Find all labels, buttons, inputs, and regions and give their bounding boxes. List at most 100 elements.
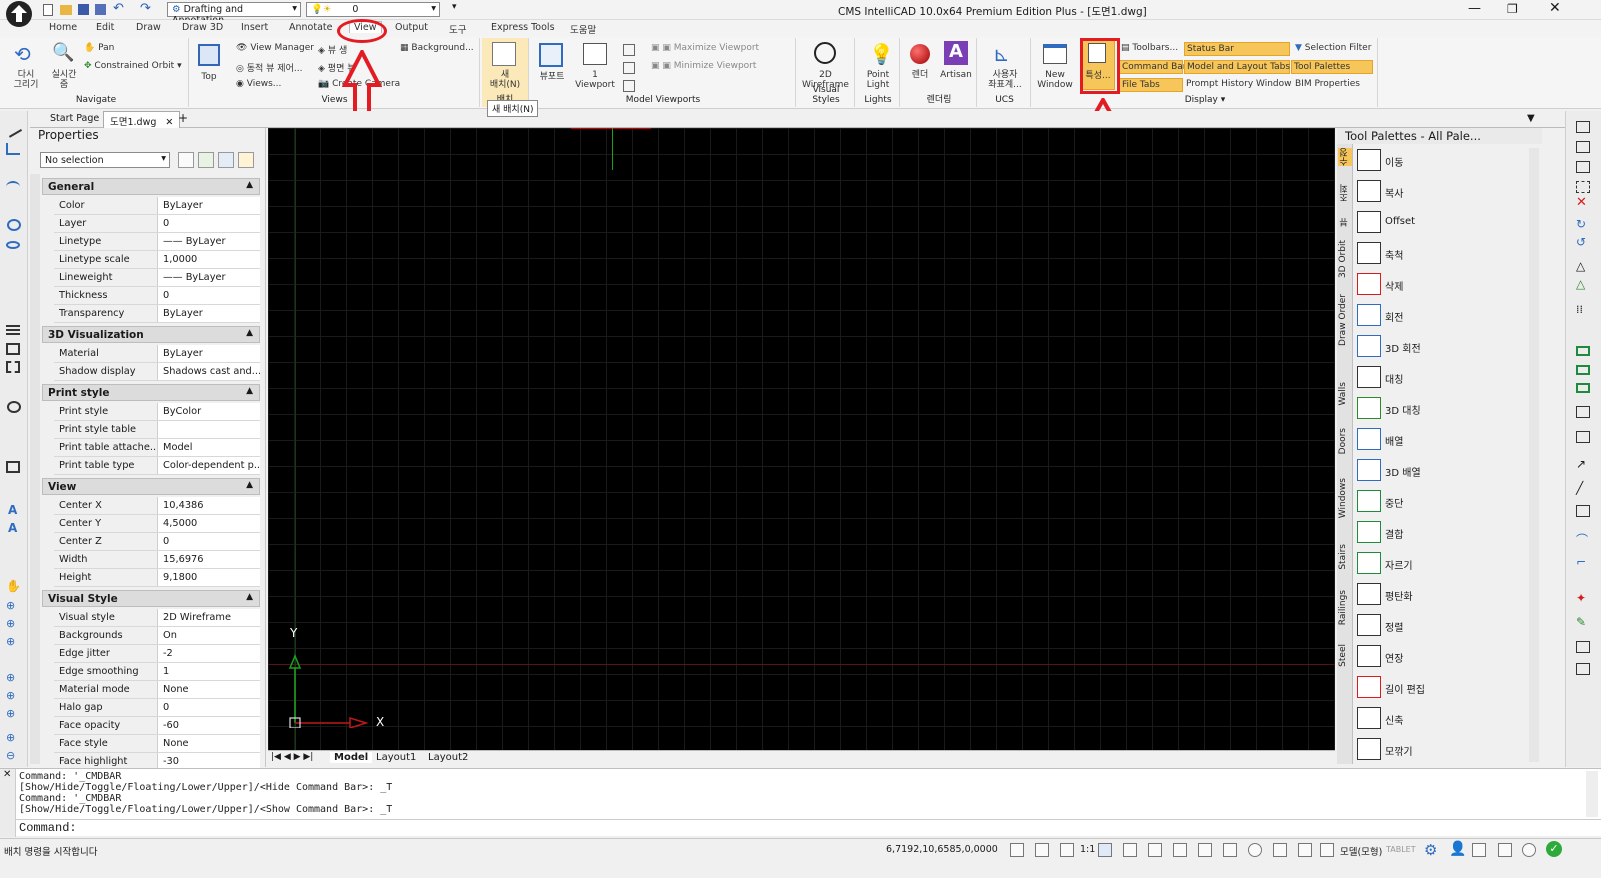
zoom-icon[interactable]: ⊕ [6, 671, 15, 684]
tool-item[interactable]: 이동 [1357, 147, 1527, 173]
point-light-button[interactable]: Point Light [857, 70, 899, 90]
offset-icon[interactable] [1576, 161, 1590, 173]
property-value[interactable]: ByLayer [160, 197, 260, 214]
minimize-viewport-button[interactable]: ▣ ▣ Minimize Viewport [651, 61, 756, 71]
rectangle-icon[interactable] [6, 343, 20, 355]
property-value[interactable]: None [160, 735, 260, 752]
property-value[interactable]: 2D Wireframe [160, 609, 260, 626]
filter-icon[interactable] [238, 152, 254, 168]
palette-tab[interactable]: 수정 [1338, 148, 1352, 166]
circle-icon[interactable] [7, 219, 21, 231]
palette-tab[interactable]: 뷰 [1338, 218, 1352, 227]
close-icon[interactable]: ✕ [165, 117, 173, 128]
selection-filter-button[interactable]: ▼ Selection Filter [1295, 43, 1371, 53]
align-icon[interactable] [1576, 431, 1590, 443]
property-row[interactable]: Linetype —— ByLayer [54, 233, 260, 251]
property-value[interactable]: -2 [160, 645, 260, 662]
fillet-icon[interactable]: ⌒ [1576, 531, 1588, 548]
tool-item[interactable]: 모깎기 [1357, 736, 1527, 762]
tool-item[interactable]: 신축 [1357, 705, 1527, 731]
property-value[interactable]: On [160, 627, 260, 644]
property-value[interactable]: 1,0000 [160, 251, 260, 268]
property-row[interactable]: Print table type Color-dependent p... [54, 457, 260, 475]
app-logo-icon[interactable] [6, 1, 32, 27]
new-icon[interactable] [43, 4, 53, 16]
tab-express-tools[interactable]: Express Tools [491, 22, 555, 33]
menu-icon[interactable] [1320, 843, 1334, 857]
break-icon[interactable] [1576, 346, 1590, 356]
ellipse-icon[interactable] [6, 241, 20, 249]
tool-item[interactable]: 3D 대칭 [1357, 395, 1527, 421]
redo-icon[interactable]: ↷ [140, 1, 151, 16]
zoom-out-icon[interactable]: ⊖ [6, 749, 15, 762]
property-value[interactable]: 9,1800 [160, 569, 260, 586]
line-icon[interactable] [3, 120, 23, 138]
dynamic-ucs-icon[interactable] [1223, 843, 1237, 857]
viewport-tool-icon[interactable] [539, 43, 563, 67]
property-value[interactable]: 10,4386 [160, 497, 260, 514]
user-ucs-button[interactable]: 사용자 좌표계... [979, 70, 1031, 90]
tab-start-page[interactable]: Start Page [50, 113, 99, 124]
redraw-button[interactable]: 다시 그리기 [8, 70, 44, 90]
palette-tab[interactable]: Windows [1338, 478, 1352, 518]
prompt-history-button[interactable]: Prompt History Window [1186, 79, 1292, 89]
tool-item[interactable]: 정렬 [1357, 612, 1527, 638]
fullscreen-icon[interactable] [1498, 843, 1512, 857]
property-row[interactable]: Print table attache... Model [54, 439, 260, 457]
property-row[interactable]: Height 9,1800 [54, 569, 260, 587]
tab-draw-3d[interactable]: Draw 3D [182, 22, 223, 33]
tab-model[interactable]: Model [330, 752, 373, 763]
maximize-button[interactable]: ❐ [1507, 2, 1518, 16]
tool-item[interactable]: 3D 회전 [1357, 333, 1527, 359]
workspace-select[interactable]: ⚙ Drafting and Annotation ▾ [167, 2, 301, 26]
tab-document[interactable]: 도면1.dwg ✕ [103, 111, 181, 128]
command-bar-handle[interactable]: ✕ [0, 769, 16, 837]
status-ok-icon[interactable]: ✓ [1546, 841, 1562, 857]
quick-properties-icon[interactable] [1273, 843, 1287, 857]
model-layout-tabs-button[interactable]: Model and Layout Tabs [1184, 60, 1290, 74]
property-row[interactable]: Edge smoothing 1 [54, 663, 260, 681]
stretch-icon[interactable] [1576, 505, 1590, 517]
snap-icon[interactable] [1010, 843, 1024, 857]
zoom-icon[interactable]: ⊕ [6, 731, 15, 744]
tool-item[interactable]: 회전 [1357, 302, 1527, 328]
tool-palettes-button[interactable]: Tool Palettes [1291, 60, 1373, 74]
toolbars-button[interactable]: ▤ Toolbars... [1121, 43, 1178, 53]
quick-select-icon[interactable] [218, 152, 234, 168]
polar-icon[interactable] [1098, 843, 1112, 857]
viewport-tool-button[interactable]: 뷰포트 [533, 72, 571, 82]
property-value[interactable]: None [160, 681, 260, 698]
property-section-header[interactable]: Visual Style ▲ [42, 590, 260, 607]
palette-tab[interactable]: Stairs [1338, 544, 1352, 570]
one-viewport-button[interactable]: 1 Viewport [575, 70, 615, 90]
property-section-header[interactable]: General ▲ [42, 178, 260, 195]
command-bar-button[interactable]: Command Bar [1119, 60, 1187, 74]
selection-select[interactable]: No selection ▾ [40, 152, 170, 168]
tool-item[interactable]: 대칭 [1357, 364, 1527, 390]
constrained-orbit-button[interactable]: ✥ Constrained Orbit ▾ [84, 61, 182, 71]
array-icon[interactable]: ⁞⁞ [1576, 303, 1583, 316]
match-properties-icon[interactable] [1576, 663, 1590, 675]
zoom-icon[interactable]: ⊕ [6, 617, 15, 630]
otrack-icon[interactable] [1148, 843, 1162, 857]
chevron-down-icon[interactable]: ▼ [1527, 113, 1535, 124]
select-objects-icon[interactable] [198, 152, 214, 168]
property-row[interactable]: Center Z0 [54, 533, 260, 551]
realtime-zoom-button[interactable]: 실시간 줌 [46, 70, 82, 90]
realtime-zoom-icon[interactable]: 🔍 [52, 42, 74, 64]
trim-icon[interactable] [1576, 383, 1590, 393]
new-window-icon[interactable] [1043, 44, 1067, 64]
user-icon[interactable]: 👤 [1449, 841, 1466, 857]
dynamic-input-icon[interactable] [1248, 843, 1262, 857]
join-icon[interactable] [1576, 365, 1590, 375]
settings-icon[interactable]: ⚙ [1424, 841, 1437, 859]
property-row[interactable]: Lineweight —— ByLayer [54, 269, 260, 287]
erase-icon[interactable]: ✕ [1576, 195, 1587, 210]
property-section-header[interactable]: 3D Visualization ▲ [42, 326, 260, 343]
property-row[interactable]: Center Y 4,5000 [54, 515, 260, 533]
mirror-icon[interactable]: △ [1576, 259, 1585, 273]
tool-item[interactable]: 삭제 [1357, 271, 1527, 297]
minimize-button[interactable]: — [1468, 1, 1481, 16]
polyline-icon[interactable] [6, 143, 20, 155]
property-value[interactable]: 15,6976 [160, 551, 260, 568]
